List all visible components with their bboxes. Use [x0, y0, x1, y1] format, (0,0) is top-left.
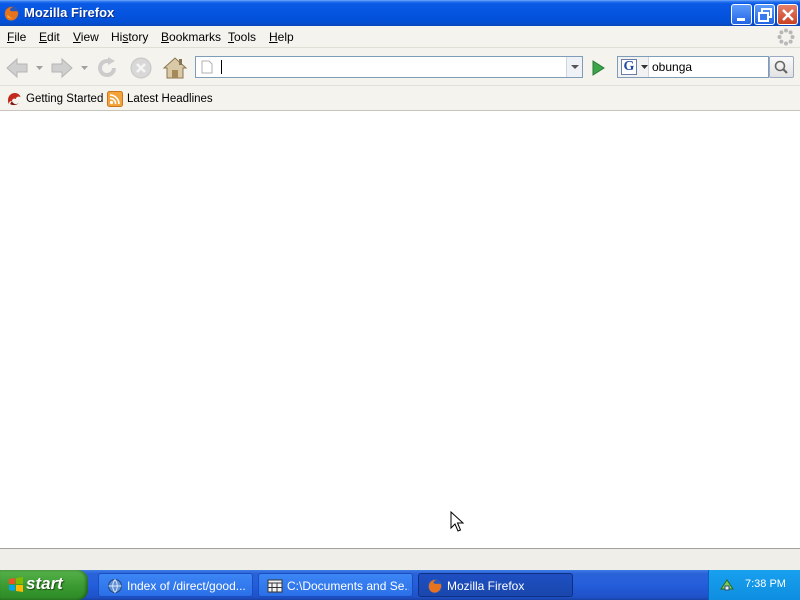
- stop-icon[interactable]: [128, 55, 154, 81]
- start-label: start: [26, 574, 63, 593]
- google-engine-icon: G: [621, 59, 637, 75]
- window-title: Mozilla Firefox: [24, 5, 115, 20]
- menu-edit[interactable]: Edit: [39, 30, 60, 44]
- start-button[interactable]: start: [0, 570, 88, 600]
- forward-arrow-icon[interactable]: [49, 55, 75, 81]
- clock: 7:38 PM: [745, 578, 786, 590]
- close-icon: [782, 9, 794, 21]
- throbber-icon: [777, 28, 795, 46]
- network-icon[interactable]: [719, 577, 735, 593]
- bookmark-getting-started[interactable]: Getting Started: [6, 91, 106, 107]
- bookmark-latest-headlines[interactable]: Latest Headlines: [107, 91, 213, 107]
- url-history-dropdown[interactable]: [566, 57, 582, 77]
- restore-icon: [758, 8, 772, 22]
- back-arrow-icon[interactable]: [4, 55, 30, 81]
- folder-window-icon: [267, 579, 283, 593]
- reload-icon[interactable]: [94, 55, 120, 81]
- menu-bookmarks[interactable]: Bookmarks: [161, 30, 221, 44]
- menu-bar: File Edit View History Bookmarks Tools H…: [0, 26, 800, 48]
- rss-feed-icon: [107, 91, 123, 107]
- taskbar-item-index[interactable]: Index of /direct/good...: [98, 573, 253, 597]
- firefox-icon: [427, 578, 443, 594]
- chevron-down-icon: [641, 65, 648, 69]
- text-caret: [221, 60, 222, 74]
- chevron-down-icon: [571, 65, 579, 69]
- menu-tools[interactable]: Tools: [228, 30, 256, 44]
- windows-logo-icon: [9, 577, 23, 592]
- firefox-icon: [4, 6, 19, 21]
- home-icon[interactable]: [162, 55, 188, 81]
- menu-file[interactable]: File: [7, 30, 26, 44]
- firefox-bookmark-icon: [8, 93, 21, 106]
- minimize-icon: [737, 18, 745, 21]
- bookmarks-toolbar: Getting Started Latest Headlines: [0, 86, 800, 111]
- go-arrow-icon[interactable]: [588, 58, 608, 78]
- mouse-cursor-icon: [450, 511, 464, 532]
- page-content[interactable]: [0, 112, 800, 548]
- url-bar[interactable]: [195, 56, 583, 78]
- windows-taskbar: start Index of /direct/good... C:\Docume…: [0, 570, 800, 600]
- taskbar-item-firefox[interactable]: Mozilla Firefox: [418, 573, 573, 597]
- restore-button[interactable]: [754, 4, 775, 25]
- minimize-button[interactable]: [731, 4, 752, 25]
- status-bar: [0, 548, 800, 570]
- back-history-dropdown-icon[interactable]: [36, 66, 43, 71]
- title-bar: Mozilla Firefox: [0, 0, 800, 26]
- page-icon: [201, 60, 213, 74]
- taskbar-item-documents[interactable]: C:\Documents and Se...: [258, 573, 413, 597]
- magnifier-icon: [774, 60, 788, 74]
- search-box[interactable]: G: [617, 56, 769, 78]
- url-input[interactable]: [220, 59, 560, 75]
- browser-globe-icon: [108, 579, 122, 593]
- menu-view[interactable]: View: [73, 30, 99, 44]
- forward-history-dropdown-icon[interactable]: [81, 66, 88, 71]
- menu-help[interactable]: Help: [269, 30, 294, 44]
- system-tray: 7:38 PM: [708, 570, 800, 600]
- navigation-toolbar: G: [0, 48, 800, 86]
- search-engine-selector[interactable]: G: [618, 57, 649, 77]
- search-input[interactable]: [652, 59, 764, 75]
- close-button[interactable]: [777, 4, 798, 25]
- menu-history[interactable]: History: [111, 30, 148, 44]
- search-button[interactable]: [769, 56, 794, 78]
